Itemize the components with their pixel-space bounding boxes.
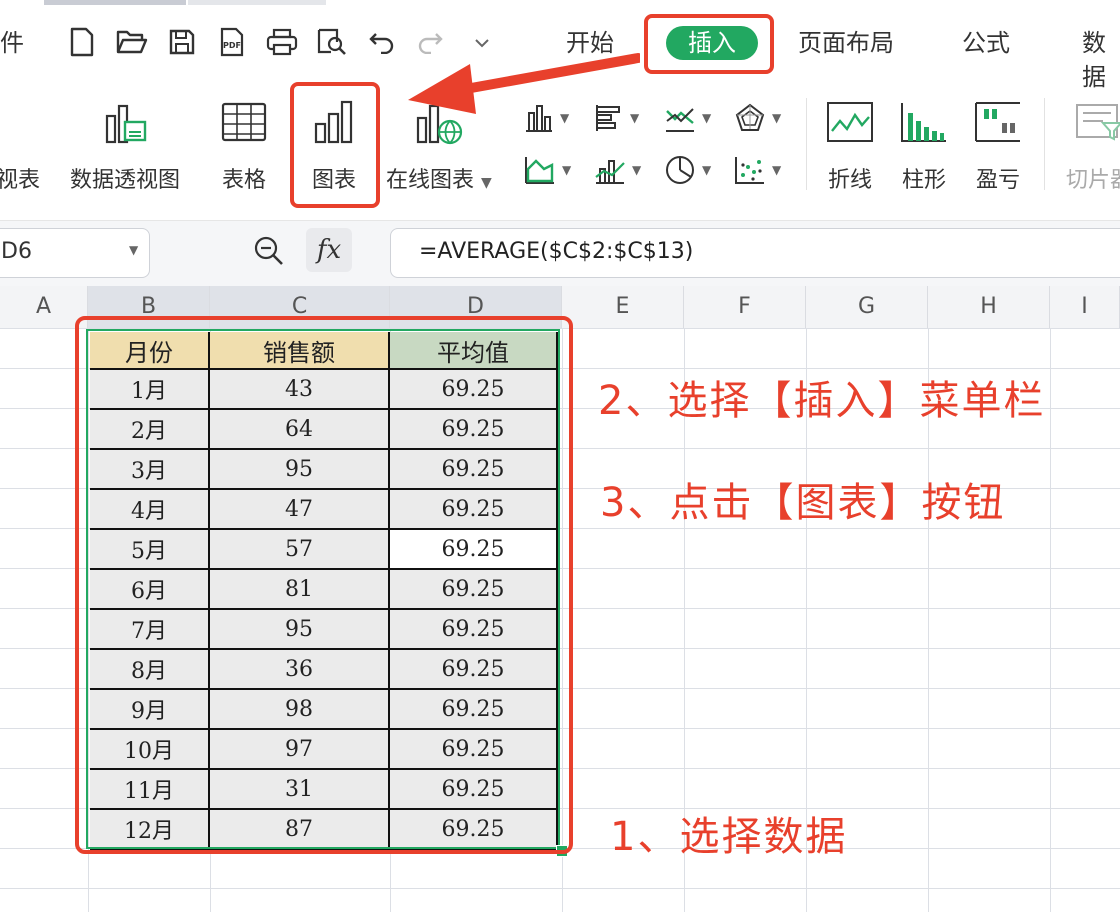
ribbon-divider-2 xyxy=(1044,98,1045,190)
combo-chart-icon[interactable]: ▼ xyxy=(594,152,644,188)
table-button[interactable]: 表格 xyxy=(218,96,270,194)
radar-chart-caret-icon: ▼ xyxy=(772,111,782,125)
sparkline-column-label: 柱形 xyxy=(901,168,946,193)
sparkline-winloss-button[interactable]: 盈亏 xyxy=(972,96,1024,194)
slicer-label: 切片器 xyxy=(1066,168,1120,193)
insert-function-button[interactable]: fx xyxy=(306,228,352,272)
tab-data[interactable]: 数据 xyxy=(1082,26,1120,94)
slicer-icon xyxy=(1073,96,1120,148)
pivot-table-label: 视表 xyxy=(0,168,41,193)
pivot-chart-icon xyxy=(99,96,151,148)
pie-chart-icon[interactable]: ▼ xyxy=(664,152,714,188)
table-icon xyxy=(218,96,270,148)
svg-text:PDF: PDF xyxy=(223,41,241,50)
line-chart-caret-icon: ▼ xyxy=(702,111,712,125)
area-chart-icon[interactable]: ▼ xyxy=(524,152,574,188)
name-box-value: D6 xyxy=(1,239,32,264)
sparkline-column-icon xyxy=(898,96,950,148)
export-pdf-icon[interactable]: PDF xyxy=(216,26,248,58)
column-header-i[interactable]: I xyxy=(1050,286,1120,328)
grid-column-line xyxy=(1050,328,1051,912)
data-selection-highlight xyxy=(75,316,573,854)
annotation-step3: 3、点击【图表】按钮 xyxy=(600,480,1006,526)
sparkline-column-button[interactable]: 柱形 xyxy=(898,96,950,194)
arrow-icon xyxy=(408,53,640,114)
line-chart-icon[interactable]: ▼ xyxy=(664,100,714,136)
grid-row-line xyxy=(0,888,1120,889)
doc-tab-indicator xyxy=(44,0,186,5)
annotation-step2: 2、选择【插入】菜单栏 xyxy=(598,378,1046,424)
column-header-e[interactable]: E xyxy=(562,286,684,328)
column-header-g[interactable]: G xyxy=(806,286,928,328)
sparkline-line-icon xyxy=(824,96,876,148)
combo-chart-caret-icon: ▼ xyxy=(632,163,642,177)
insert-tab-highlight xyxy=(644,14,774,74)
scatter-chart-caret-icon: ▼ xyxy=(772,163,782,177)
pivot-chart-button[interactable]: 数据透视图 xyxy=(70,96,180,194)
fx-label: fx xyxy=(316,235,342,265)
column-header-h[interactable]: H xyxy=(928,286,1050,328)
column-header-f[interactable]: F xyxy=(684,286,806,328)
new-file-icon[interactable] xyxy=(66,26,98,58)
table-label: 表格 xyxy=(221,168,266,193)
name-box-caret-icon[interactable]: ▼ xyxy=(129,243,138,257)
pivot-chart-label: 数据透视图 xyxy=(70,168,181,193)
pivot-table-button[interactable]: 视表 xyxy=(0,96,40,194)
file-tab[interactable]: 件 xyxy=(0,26,24,60)
ribbon-divider xyxy=(806,98,807,190)
radar-chart-icon[interactable]: ▼ xyxy=(734,100,784,136)
doc-tab-indicator-2 xyxy=(188,0,326,5)
pie-chart-caret-icon: ▼ xyxy=(702,163,712,177)
online-chart-caret-icon: ▼ xyxy=(481,175,492,191)
formula-text: =AVERAGE($C$2:$C$13) xyxy=(419,239,694,264)
formula-input[interactable]: =AVERAGE($C$2:$C$13) xyxy=(390,228,1120,278)
sparkline-line-button[interactable]: 折线 xyxy=(824,96,876,194)
zoom-icon[interactable] xyxy=(252,234,288,270)
annotation-step1: 1、选择数据 xyxy=(610,814,848,860)
sparkline-winloss-label: 盈亏 xyxy=(975,168,1020,193)
slicer-button[interactable]: 切片器 xyxy=(1066,96,1120,194)
scatter-chart-icon[interactable]: ▼ xyxy=(734,152,784,188)
sparkline-line-label: 折线 xyxy=(827,168,872,193)
sparkline-winloss-icon xyxy=(972,96,1024,148)
name-box[interactable]: D6 ▼ xyxy=(0,228,150,278)
tab-formula[interactable]: 公式 xyxy=(962,26,1010,60)
undo-icon[interactable] xyxy=(366,26,398,58)
area-chart-caret-icon: ▼ xyxy=(562,163,572,177)
online-chart-label: 在线图表 ▼ xyxy=(386,168,492,193)
save-icon[interactable] xyxy=(166,26,198,58)
print-icon[interactable] xyxy=(266,26,298,58)
chart-button-highlight xyxy=(290,82,380,208)
open-folder-icon[interactable] xyxy=(116,26,148,58)
print-preview-icon[interactable] xyxy=(316,26,348,58)
tab-page-layout[interactable]: 页面布局 xyxy=(798,26,894,60)
